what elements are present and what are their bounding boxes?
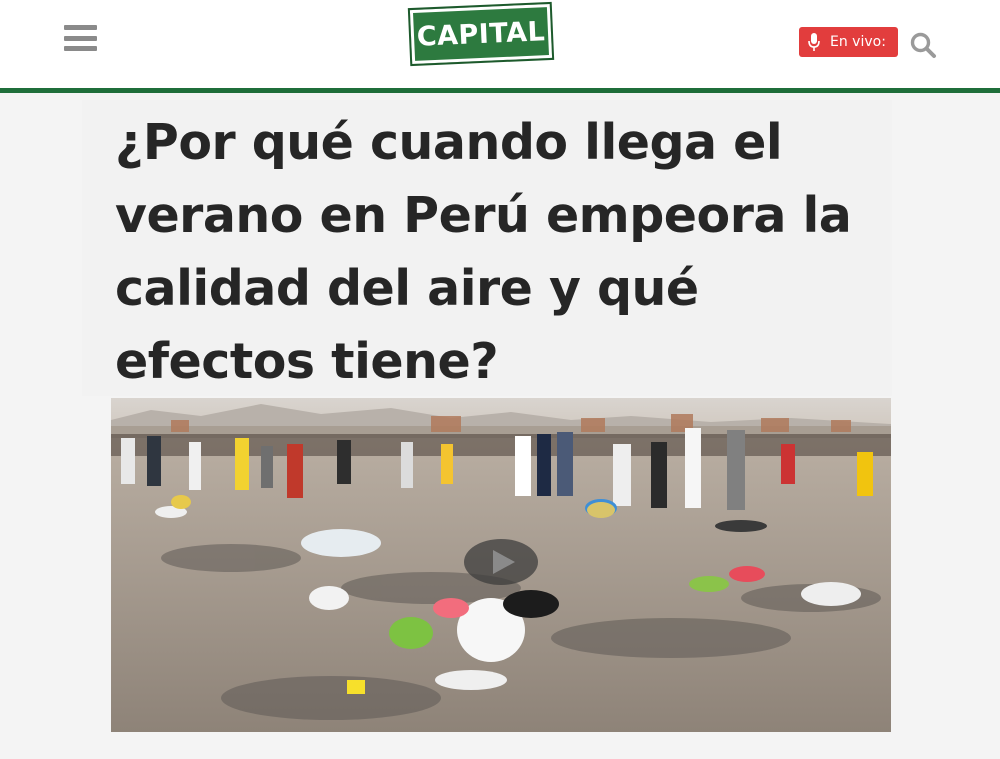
play-icon[interactable] — [463, 538, 539, 586]
hamburger-menu-icon[interactable] — [64, 25, 97, 51]
microphone-icon — [807, 32, 821, 52]
logo-text: CAPITAL — [416, 15, 546, 53]
live-button[interactable]: En vivo: — [799, 27, 898, 57]
article-title: ¿Por qué cuando llega el verano en Perú … — [115, 114, 852, 390]
live-button-label: En vivo: — [830, 34, 886, 50]
header-divider — [0, 88, 1000, 93]
article-photo[interactable] — [111, 398, 891, 732]
search-icon[interactable] — [909, 31, 937, 59]
site-header: CAPITAL En vivo: — [0, 0, 1000, 89]
site-logo[interactable]: CAPITAL — [407, 1, 555, 67]
